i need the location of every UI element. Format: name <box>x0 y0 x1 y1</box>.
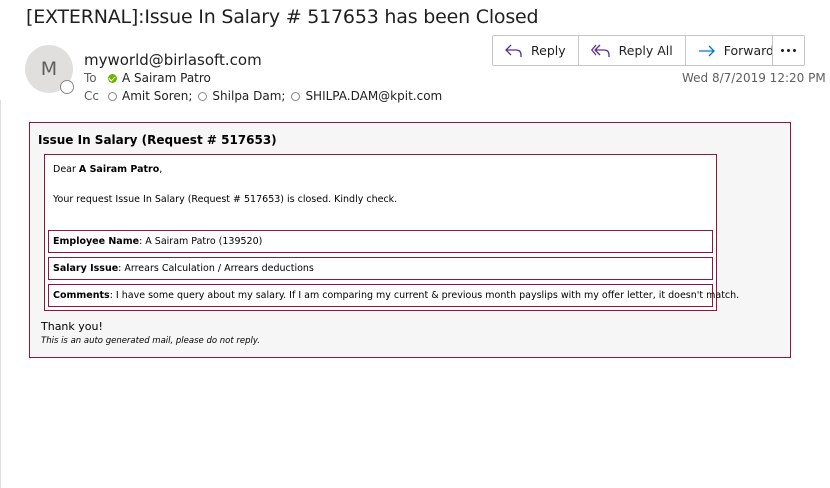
field-value: : I have some query about my salary. If … <box>109 290 740 301</box>
greeting-prefix: Dear <box>53 164 79 175</box>
avatar-initial: M <box>40 58 58 80</box>
body-title: Issue In Salary (Request # 517653) <box>38 133 277 147</box>
reply-all-button[interactable]: Reply All <box>579 36 686 65</box>
recipient-cc[interactable]: Amit Soren; <box>122 89 192 103</box>
field-label: Salary Issue <box>53 263 119 274</box>
field-label: Employee Name <box>53 236 140 247</box>
recipient-to[interactable]: A Sairam Patro <box>122 71 211 85</box>
reply-label: Reply <box>531 43 566 58</box>
employee-name-field: Employee Name: A Sairam Patro (139520) <box>48 230 713 253</box>
reply-all-icon <box>590 44 610 57</box>
status-message: Your request Issue In Salary (Request # … <box>53 194 398 205</box>
forward-icon <box>698 45 715 56</box>
field-label: Comments <box>53 290 110 301</box>
sender-address[interactable]: myworld@birlasoft.com <box>84 51 262 69</box>
presence-unknown-icon <box>60 80 74 94</box>
request-details: Dear A Sairam Patro, Your request Issue … <box>44 154 739 311</box>
to-label: To <box>84 71 97 85</box>
reply-all-label: Reply All <box>618 43 673 58</box>
field-value: : Arrears Calculation / Arrears deductio… <box>118 263 314 274</box>
presence-available-icon <box>108 73 117 83</box>
cc-row: Cc Amit Soren; Shilpa Dam; SHILPA.DAM@kp… <box>84 89 448 103</box>
more-icon-dot <box>787 49 790 52</box>
greeting: Dear A Sairam Patro, <box>53 164 162 175</box>
comments-field: Comments: I have some query about my sal… <box>48 284 739 307</box>
presence-unknown-icon <box>108 91 117 101</box>
more-icon <box>781 49 784 52</box>
message-actions: Reply Reply All Forward <box>492 35 787 66</box>
greeting-suffix: , <box>159 164 163 175</box>
forward-button[interactable]: Forward <box>686 36 786 65</box>
presence-unknown-icon <box>198 91 208 101</box>
more-icon-dot <box>793 49 796 52</box>
forward-label: Forward <box>723 43 774 58</box>
message-body: Issue In Salary (Request # 517653) Dear … <box>29 122 791 358</box>
recipient-cc[interactable]: SHILPA.DAM@kpit.com <box>305 89 442 103</box>
divider <box>0 100 1 488</box>
salary-issue-field: Salary Issue: Arrears Calculation / Arre… <box>48 257 713 280</box>
recipient-cc[interactable]: Shilpa Dam; <box>212 89 285 103</box>
to-row: To A Sairam Patro <box>84 71 217 85</box>
reply-button[interactable]: Reply <box>493 36 579 65</box>
field-value: : A Sairam Patro (139520) <box>139 236 263 247</box>
reply-icon <box>505 44 522 57</box>
auto-generated-note: This is an auto generated mail, please d… <box>41 336 260 346</box>
thanks-text: Thank you! <box>41 320 103 333</box>
presence-unknown-icon <box>291 91 301 101</box>
greeting-name: A Sairam Patro <box>78 164 160 175</box>
cc-label: Cc <box>84 89 99 103</box>
email-subject: [EXTERNAL]:Issue In Salary # 517653 has … <box>26 6 539 28</box>
more-actions-button[interactable] <box>772 35 805 66</box>
sent-date: Wed 8/7/2019 12:20 PM <box>682 71 826 85</box>
